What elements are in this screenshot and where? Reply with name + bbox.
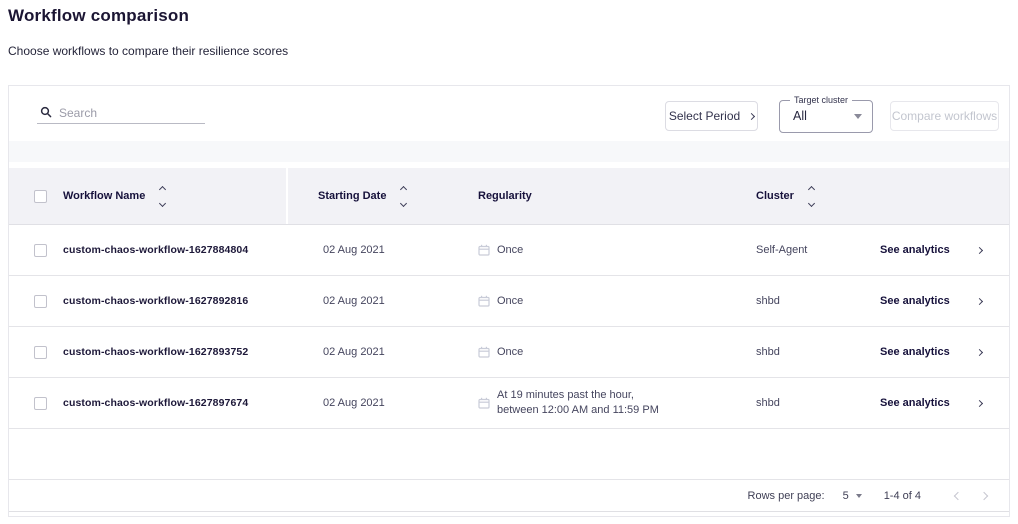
calendar-icon — [478, 295, 490, 307]
regularity-cell: Once — [478, 276, 523, 326]
dropdown-arrow-icon — [854, 114, 862, 119]
table-bottom-border — [9, 511, 1009, 512]
column-header-workflow-name[interactable]: Workflow Name — [63, 168, 165, 224]
table-row: custom-chaos-workflow-1627884804 02 Aug … — [9, 225, 1009, 276]
column-label: Workflow Name — [63, 190, 145, 202]
column-label: Starting Date — [318, 190, 386, 202]
column-label: Regularity — [478, 190, 532, 202]
row-checkbox[interactable] — [34, 295, 47, 308]
chevron-right-icon — [976, 399, 983, 406]
starting-date: 02 Aug 2021 — [323, 276, 385, 326]
regularity-line-1: At 19 minutes past the hour, — [497, 389, 659, 402]
chevron-right-icon — [748, 113, 755, 120]
see-analytics-label: See analytics — [880, 295, 950, 307]
cluster-name: shbd — [756, 276, 780, 326]
regularity-cell: Once — [478, 225, 523, 275]
chevron-right-icon — [976, 297, 983, 304]
regularity-text: At 19 minutes past the hour, between 12:… — [497, 389, 659, 417]
chevron-right-icon — [980, 491, 988, 499]
regularity-text: Once — [497, 295, 523, 307]
see-analytics-label: See analytics — [880, 244, 950, 256]
compare-workflows-label: Compare workflows — [892, 109, 997, 123]
select-period-label: Select Period — [669, 109, 740, 123]
search-input[interactable] — [59, 106, 189, 120]
calendar-icon — [478, 244, 490, 256]
row-checkbox[interactable] — [34, 244, 47, 257]
page-title: Workflow comparison — [8, 6, 189, 26]
workflow-name: custom-chaos-workflow-1627892816 — [63, 276, 248, 326]
workflow-name: custom-chaos-workflow-1627897674 — [63, 378, 248, 428]
regularity-cell: At 19 minutes past the hour, between 12:… — [478, 378, 659, 428]
workflow-name: custom-chaos-workflow-1627884804 — [63, 225, 248, 275]
column-label: Cluster — [756, 190, 794, 202]
previous-page-button[interactable] — [945, 483, 971, 509]
see-analytics-button[interactable]: See analytics — [880, 276, 982, 326]
regularity-line-2: between 12:00 AM and 11:59 PM — [497, 404, 659, 417]
sort-ascending-icon[interactable] — [808, 185, 815, 192]
cluster-name: shbd — [756, 378, 780, 428]
search-field[interactable] — [37, 103, 205, 124]
row-checkbox[interactable] — [34, 397, 47, 410]
sort-descending-icon[interactable] — [159, 199, 166, 206]
column-divider — [286, 168, 288, 224]
sort-ascending-icon[interactable] — [159, 185, 166, 192]
sort-control[interactable] — [160, 187, 165, 206]
workflow-name: custom-chaos-workflow-1627893752 — [63, 327, 248, 377]
toolbar: Select Period Target cluster All Compare… — [9, 86, 1009, 142]
chevron-right-icon — [976, 246, 983, 253]
page-subtitle: Choose workflows to compare their resili… — [8, 44, 288, 58]
select-all-checkbox[interactable] — [34, 190, 47, 203]
dropdown-arrow-icon — [856, 494, 862, 498]
regularity-text: Once — [497, 244, 523, 256]
table-row: custom-chaos-workflow-1627893752 02 Aug … — [9, 327, 1009, 378]
sort-descending-icon[interactable] — [400, 199, 407, 206]
see-analytics-button[interactable]: See analytics — [880, 225, 982, 275]
toolbar-divider-band — [9, 141, 1009, 162]
column-header-starting-date[interactable]: Starting Date — [318, 168, 406, 224]
row-checkbox[interactable] — [34, 346, 47, 359]
table-row: custom-chaos-workflow-1627897674 02 Aug … — [9, 378, 1009, 429]
table-body: custom-chaos-workflow-1627884804 02 Aug … — [9, 225, 1009, 429]
cluster-name: Self-Agent — [756, 225, 807, 275]
see-analytics-button[interactable]: See analytics — [880, 327, 982, 377]
see-analytics-label: See analytics — [880, 346, 950, 358]
column-header-regularity: Regularity — [478, 168, 532, 224]
starting-date: 02 Aug 2021 — [323, 327, 385, 377]
target-cluster-value: All — [793, 109, 807, 123]
calendar-icon — [478, 346, 490, 358]
target-cluster-label: Target cluster — [790, 95, 852, 105]
compare-workflows-button[interactable]: Compare workflows — [890, 101, 999, 131]
sort-control[interactable] — [809, 187, 814, 206]
pagination: Rows per page: 5 1-4 of 4 — [748, 480, 997, 511]
rows-per-page-select[interactable]: 5 — [843, 490, 862, 502]
chevron-right-icon — [976, 348, 983, 355]
select-period-button[interactable]: Select Period — [665, 101, 758, 131]
starting-date: 02 Aug 2021 — [323, 378, 385, 428]
next-page-button[interactable] — [971, 483, 997, 509]
sort-ascending-icon[interactable] — [400, 185, 407, 192]
workflow-comparison-card: Select Period Target cluster All Compare… — [8, 85, 1010, 517]
cluster-name: shbd — [756, 327, 780, 377]
target-cluster-select[interactable]: Target cluster All — [779, 100, 873, 133]
chevron-left-icon — [954, 491, 962, 499]
regularity-text: Once — [497, 346, 523, 358]
regularity-cell: Once — [478, 327, 523, 377]
rows-per-page-label: Rows per page: — [748, 490, 825, 502]
table-row: custom-chaos-workflow-1627892816 02 Aug … — [9, 276, 1009, 327]
pagination-range: 1-4 of 4 — [884, 490, 921, 502]
sort-control[interactable] — [401, 187, 406, 206]
rows-per-page-value: 5 — [843, 490, 849, 502]
calendar-icon — [478, 397, 490, 409]
search-icon — [40, 106, 52, 118]
column-header-cluster[interactable]: Cluster — [756, 168, 814, 224]
table-header: Workflow Name Starting Date Regularity C… — [9, 168, 1009, 225]
starting-date: 02 Aug 2021 — [323, 225, 385, 275]
see-analytics-button[interactable]: See analytics — [880, 378, 982, 428]
sort-descending-icon[interactable] — [808, 199, 815, 206]
see-analytics-label: See analytics — [880, 397, 950, 409]
